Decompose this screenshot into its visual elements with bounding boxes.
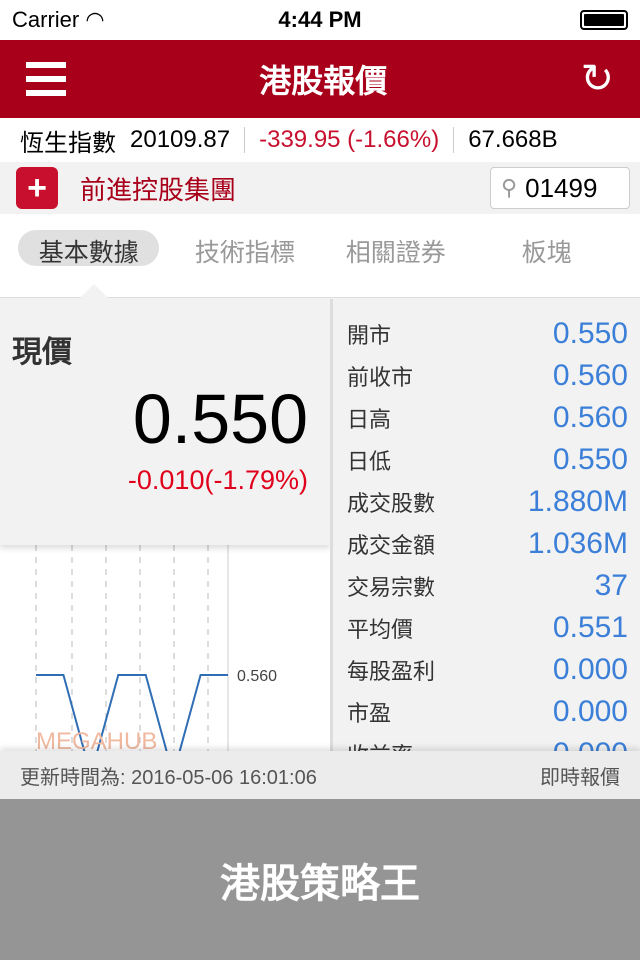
stat-value: 0.550 [552, 443, 628, 476]
tab-bar: 基本數據 技術指標 相關證券 板塊 [0, 214, 640, 298]
price-label: 現價 [12, 336, 72, 369]
index-name: 恆生指數 [20, 129, 116, 157]
tab-fundamentals[interactable]: 基本數據 [18, 230, 160, 267]
stat-value: 1.036M [527, 527, 628, 560]
realtime-quote-label: 即時報價 [540, 766, 620, 789]
search-icon: ⚲ [501, 175, 518, 200]
footer-bar: 更新時間為: 2016-05-06 16:01:06 即時報價 [0, 751, 640, 799]
divider [244, 127, 246, 153]
index-change: -339.95 (-1.66%) [259, 126, 440, 153]
megahub-watermark: MEGAHUB [36, 728, 157, 751]
stat-label: 收益率 [347, 738, 413, 751]
stock-bar: + 前進控股集團 ⚲ 01499 [0, 162, 640, 214]
stat-label: 日低 [347, 449, 392, 474]
tab-sector[interactable]: 板塊 [471, 230, 622, 267]
stat-label: 交易宗數 [347, 575, 436, 600]
intraday-chart: MEGAHUB 0.560 [35, 545, 277, 751]
stat-label: 市盈 [347, 701, 392, 726]
stock-code[interactable]: 01499 [525, 173, 597, 204]
stat-row: 每股盈利 0.000 [347, 649, 628, 691]
quote-panel: MEGAHUB 0.560 現價 0.550 -0.010(-1.79%) [0, 299, 330, 751]
level-label: 0.560 [237, 668, 277, 685]
divider [453, 127, 455, 153]
page-title: 港股報價 [259, 63, 388, 99]
ad-banner[interactable]: 港股策略王 [0, 799, 640, 960]
stat-label: 成交金額 [347, 533, 436, 558]
stock-name: 前進控股集團 [80, 174, 237, 205]
stat-value: 1.880M [527, 485, 628, 518]
wifi-icon: ◠ [85, 7, 105, 32]
stat-value: 0.000 [552, 653, 628, 686]
stat-label: 前收市 [347, 365, 414, 390]
stat-label: 每股盈利 [347, 659, 436, 684]
stat-value: 0.560 [552, 359, 628, 392]
stat-value: 37 [594, 569, 628, 602]
stat-value: 0.000 [553, 737, 628, 751]
stat-value: 0.000 [552, 695, 628, 728]
stat-row: 日低 0.550 [347, 439, 628, 481]
current-price: 0.550 [132, 380, 308, 458]
stat-label: 日高 [347, 407, 392, 432]
index-value: 20109.87 [130, 126, 231, 153]
status-bar: Carrier ◠ 4:44 PM [0, 0, 640, 40]
stat-row: 日高 0.560 [347, 397, 628, 439]
update-time: 更新時間為: 2016-05-06 16:01:06 [20, 766, 317, 789]
price-box: 現價 0.550 -0.010(-1.79%) [0, 299, 330, 545]
stat-value: 0.551 [552, 611, 628, 644]
refresh-icon[interactable]: ↻ [580, 59, 614, 99]
hamburger-icon[interactable] [26, 62, 66, 96]
price-change: -0.010(-1.79%) [127, 465, 308, 495]
stat-row: 交易宗數 37 [347, 565, 628, 607]
stat-label: 開市 [347, 323, 392, 348]
index-bar: 恆生指數 20109.87 -339.95 (-1.66%) 67.668B [0, 118, 640, 162]
stat-label: 成交股數 [347, 491, 436, 516]
stat-row: 收益率 0.000 [347, 733, 628, 751]
stat-value: 0.550 [552, 317, 628, 350]
stat-row: 平均價 0.551 [347, 607, 628, 649]
add-watchlist-button[interactable]: + [16, 167, 58, 209]
carrier: Carrier ◠ [12, 7, 105, 32]
stat-row: 開市 0.550 [347, 313, 628, 355]
stat-row: 成交金額 1.036M [347, 523, 628, 565]
battery-icon [580, 10, 628, 30]
stat-label: 平均價 [347, 617, 414, 642]
stats-list: 開市 0.550 前收市 0.560 日高 0.560 日低 0.550 成交股數 1.880M 成… [330, 299, 640, 751]
index-turnover: 67.668B [468, 126, 558, 153]
content: MEGAHUB 0.560 現價 0.550 -0.010(-1.79%) 開市 0… [0, 299, 640, 751]
stat-row: 成交股數 1.880M [347, 481, 628, 523]
stock-search-input[interactable]: ⚲ 01499 [490, 167, 630, 209]
banner-text: 港股策略王 [220, 861, 420, 906]
tab-technical[interactable]: 技術指標 [169, 230, 320, 267]
navbar: 港股報價 ↻ [0, 40, 640, 118]
tab-related[interactable]: 相關證券 [320, 230, 471, 267]
stat-value: 0.560 [552, 401, 628, 434]
stat-row: 市盈 0.000 [347, 691, 628, 733]
stat-row: 前收市 0.560 [347, 355, 628, 397]
tab-indicator [80, 284, 108, 298]
